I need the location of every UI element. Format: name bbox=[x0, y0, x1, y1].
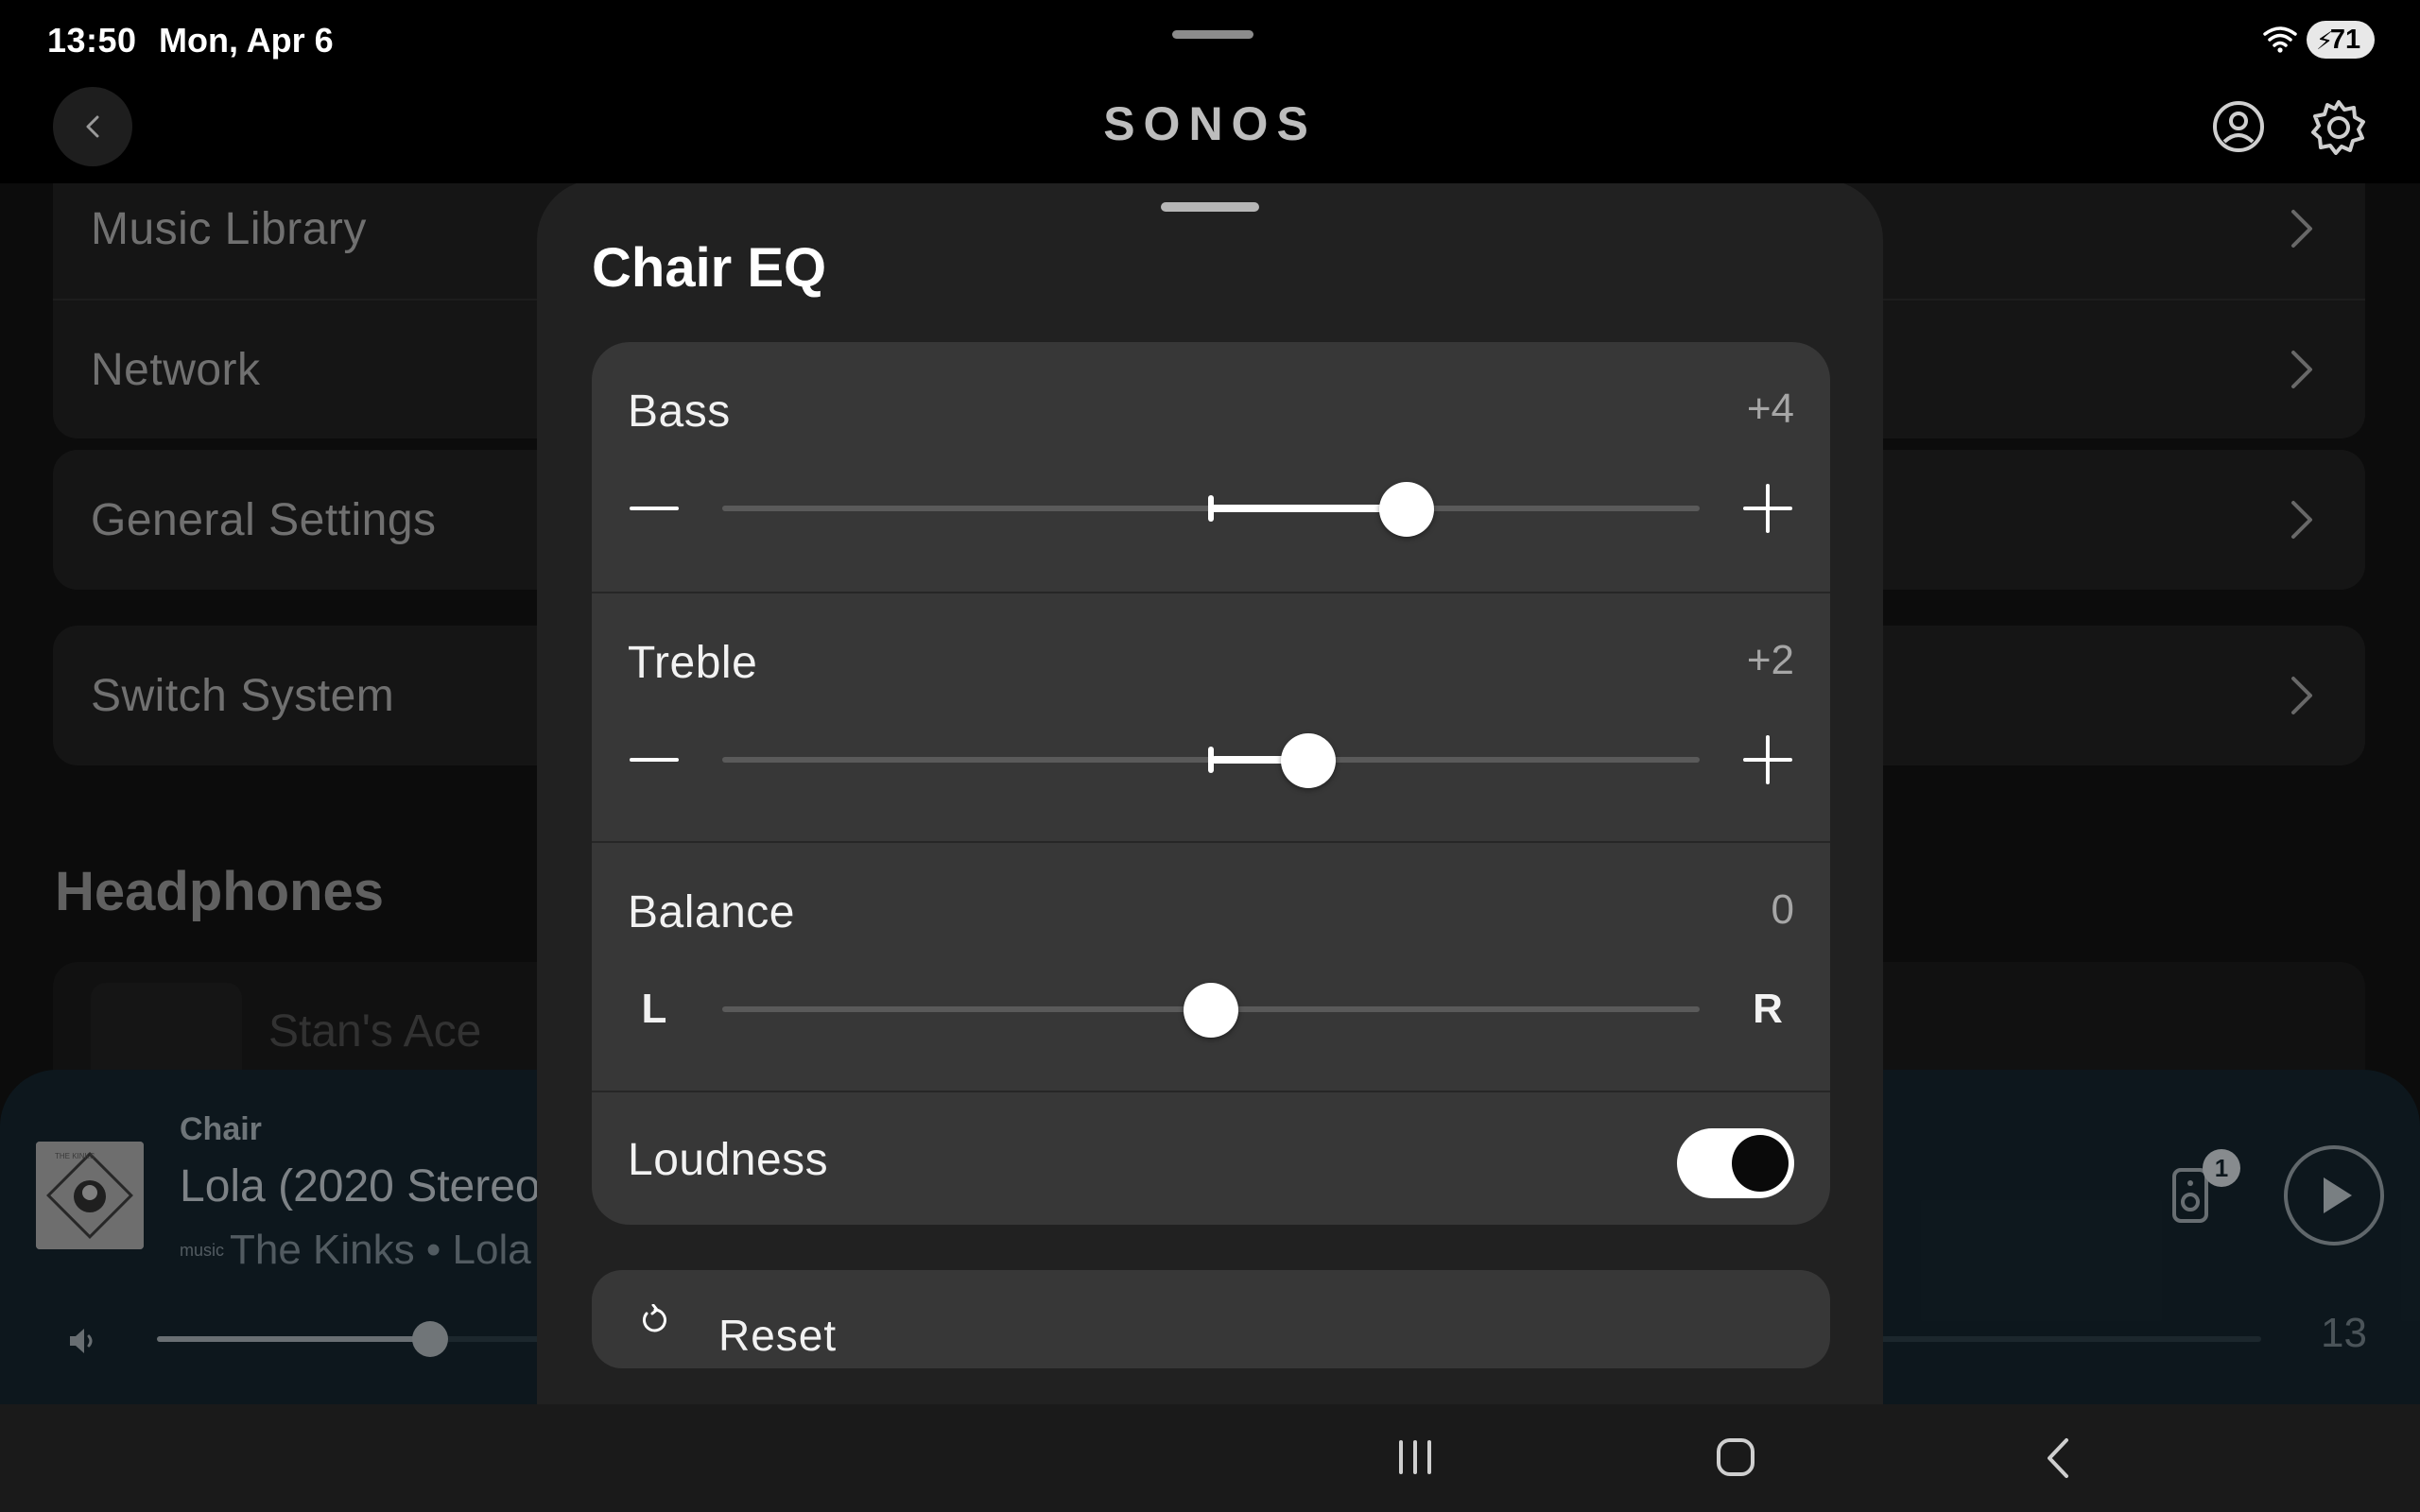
eq-bottom-sheet: Chair EQ Bass +4 Treble +2 Balance 0 L R… bbox=[537, 180, 1883, 1404]
loudness-label: Loudness bbox=[628, 1135, 829, 1185]
bass-label: Bass bbox=[628, 387, 731, 437]
battery-level: 71 bbox=[2329, 24, 2361, 55]
eq-row-loudness: Loudness bbox=[592, 1091, 1830, 1225]
balance-right-button[interactable]: R bbox=[1739, 981, 1796, 1038]
sonos-logo: SONOS bbox=[1103, 97, 1317, 150]
balance-label: Balance bbox=[628, 887, 795, 937]
sheet-drag-handle[interactable] bbox=[1161, 202, 1259, 212]
loudness-toggle-knob bbox=[1732, 1135, 1789, 1192]
bass-decrease-button[interactable] bbox=[626, 480, 683, 537]
balance-value: 0 bbox=[1771, 886, 1794, 933]
settings-icon[interactable] bbox=[2310, 98, 2367, 155]
status-date: Mon, Apr 6 bbox=[159, 21, 334, 60]
reset-icon bbox=[643, 1304, 666, 1332]
battery-indicator: ⚡ 71 bbox=[2307, 21, 2375, 59]
eq-row-bass: Bass +4 bbox=[592, 342, 1830, 592]
balance-slider[interactable] bbox=[722, 983, 1700, 1038]
status-bar: 13:50 Mon, Apr 6 ⚡ 71 bbox=[0, 0, 2420, 81]
sheet-title: Chair EQ bbox=[592, 237, 827, 299]
system-nav-bar bbox=[0, 1404, 2420, 1512]
wifi-icon bbox=[2263, 26, 2297, 53]
treble-label: Treble bbox=[628, 638, 758, 688]
bass-increase-button[interactable] bbox=[1739, 480, 1796, 537]
eq-controls-card: Bass +4 Treble +2 Balance 0 L R Loudness bbox=[592, 342, 1830, 1225]
bass-slider-fill bbox=[1211, 505, 1407, 512]
reset-label: Reset bbox=[718, 1311, 838, 1360]
app-header: SONOS bbox=[0, 81, 2420, 183]
treble-decrease-button[interactable] bbox=[626, 731, 683, 788]
home-icon[interactable] bbox=[1715, 1436, 1756, 1478]
bass-slider[interactable] bbox=[722, 482, 1700, 537]
eq-row-treble: Treble +2 bbox=[592, 592, 1830, 841]
treble-increase-button[interactable] bbox=[1739, 731, 1796, 788]
account-icon[interactable] bbox=[2212, 100, 2265, 153]
battery-charging-icon: ⚡ bbox=[2316, 26, 2334, 55]
bass-center-tick bbox=[1208, 495, 1214, 522]
eq-row-balance: Balance 0 L R bbox=[592, 841, 1830, 1091]
bass-slider-thumb[interactable] bbox=[1378, 482, 1434, 537]
reset-button[interactable]: Reset bbox=[592, 1270, 1830, 1368]
nav-back-icon[interactable] bbox=[2042, 1435, 2074, 1482]
loudness-toggle[interactable] bbox=[1677, 1128, 1794, 1198]
bass-value: +4 bbox=[1746, 386, 1794, 432]
treble-value: +2 bbox=[1746, 637, 1794, 683]
treble-slider-thumb[interactable] bbox=[1281, 733, 1337, 788]
status-time: 13:50 bbox=[47, 21, 137, 60]
balance-left-button[interactable]: L bbox=[626, 981, 683, 1038]
recent-apps-icon[interactable] bbox=[1393, 1438, 1437, 1476]
treble-slider[interactable] bbox=[722, 733, 1700, 788]
treble-center-tick bbox=[1208, 747, 1214, 773]
balance-slider-thumb[interactable] bbox=[1184, 983, 1238, 1038]
status-handle bbox=[1172, 30, 1253, 39]
